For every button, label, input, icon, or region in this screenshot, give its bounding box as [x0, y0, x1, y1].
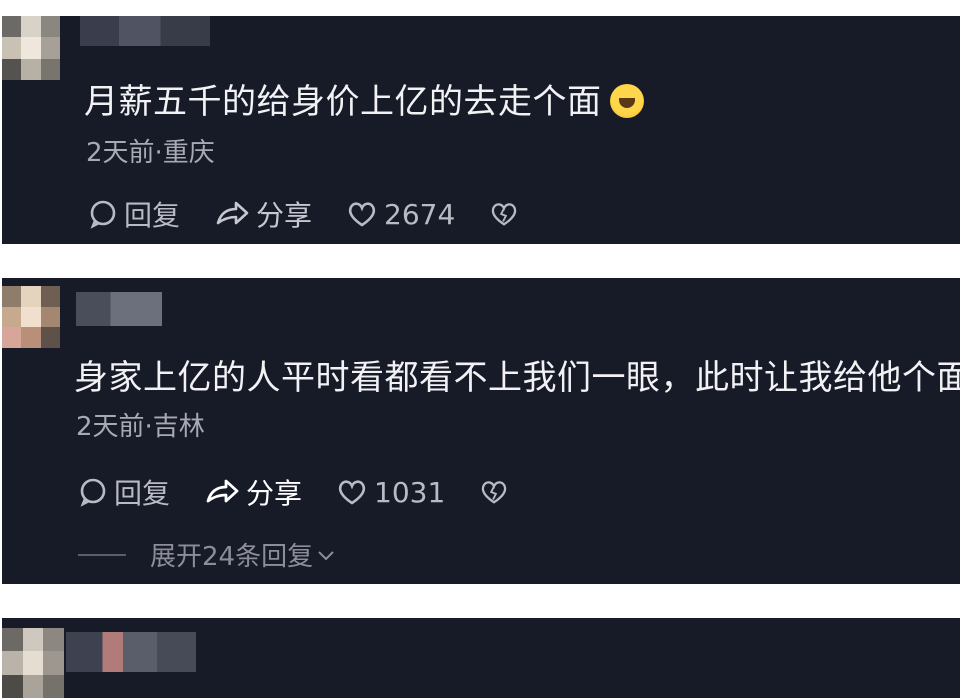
broken-heart-icon: [482, 481, 507, 504]
share-button[interactable]: 分享: [204, 472, 302, 512]
reply-button[interactable]: 回复: [78, 472, 170, 512]
like-button[interactable]: 1031: [336, 476, 445, 509]
comment-text-content: 月薪五千的给身价上亿的去走个面: [84, 82, 602, 122]
share-icon: [216, 201, 249, 225]
username[interactable]: [66, 632, 196, 672]
broken-heart-icon: [492, 203, 517, 226]
avatar[interactable]: [2, 16, 60, 80]
reply-label: 回复: [114, 477, 171, 510]
comment-text: 身家上亿的人平时看都看不上我们一眼，此时让我给他个面: [74, 358, 960, 398]
chevron-down-icon: [318, 550, 334, 560]
dislike-button[interactable]: [479, 477, 515, 507]
divider-line: [78, 553, 126, 556]
comment-meta: 2天前·吉林: [76, 412, 205, 442]
dislike-button[interactable]: [489, 199, 525, 229]
like-count: 1031: [374, 475, 446, 509]
heart-icon: [338, 480, 366, 505]
laughing-tears-emoji-icon: [609, 84, 644, 118]
comment-card: [2, 618, 960, 698]
share-icon: [206, 479, 239, 503]
like-button[interactable]: 2674: [346, 198, 455, 231]
avatar[interactable]: [2, 628, 64, 698]
reply-button[interactable]: 回复: [88, 194, 180, 234]
reply-label: 回复: [124, 199, 181, 232]
comment-bubble-icon: [90, 200, 116, 229]
comment-text: 月薪五千的给身价上亿的去走个面: [84, 74, 644, 123]
username[interactable]: [76, 292, 162, 326]
comment-actions: 回复 分享 1031: [78, 472, 549, 512]
expand-replies-label: 展开24条回复: [150, 542, 314, 572]
expand-replies-button[interactable]: 展开24条回复: [78, 536, 337, 573]
comment-card: 身家上亿的人平时看都看不上我们一眼，此时让我给他个面 2天前·吉林 回复 分享 …: [2, 278, 960, 584]
share-button[interactable]: 分享: [214, 194, 312, 234]
avatar[interactable]: [2, 286, 60, 348]
comment-card: 月薪五千的给身价上亿的去走个面 2天前·重庆 回复 分享 2674: [2, 16, 960, 244]
share-label: 分享: [246, 477, 303, 510]
comment-bubble-icon: [80, 478, 106, 507]
username[interactable]: [80, 16, 210, 46]
comment-actions: 回复 分享 2674: [88, 194, 559, 234]
heart-icon: [348, 202, 376, 227]
like-count: 2674: [384, 197, 456, 231]
share-label: 分享: [256, 199, 313, 232]
comment-meta: 2天前·重庆: [86, 138, 215, 168]
